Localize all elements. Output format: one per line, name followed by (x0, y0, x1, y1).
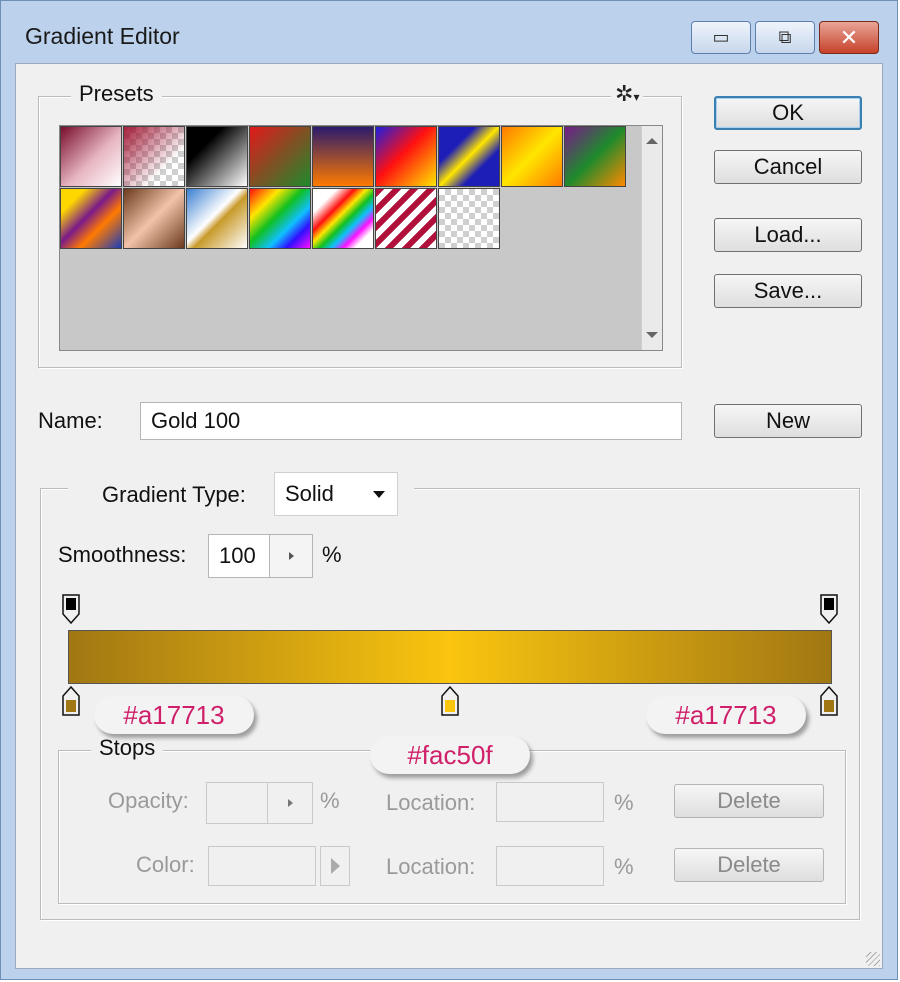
dropdown-arrow-icon: ▾ (633, 90, 640, 104)
color-stop-right[interactable] (820, 686, 838, 716)
color-location-unit: % (614, 854, 634, 879)
scroll-up-icon[interactable] (646, 138, 658, 144)
preset-swatch[interactable] (123, 188, 185, 249)
close-icon: ✕ (839, 24, 859, 50)
new-button[interactable]: New (714, 404, 862, 438)
preset-swatch[interactable] (564, 126, 626, 187)
color-location-label: Location: (386, 854, 476, 879)
save-button[interactable]: Save... (714, 274, 862, 308)
preset-swatch[interactable] (312, 188, 374, 249)
gradient-preview-bar[interactable] (68, 630, 832, 684)
restore-icon: ⧉ (778, 27, 792, 47)
window-title: Gradient Editor (25, 23, 180, 49)
preset-swatch[interactable] (249, 126, 311, 187)
restore-button[interactable]: ⧉ (755, 21, 815, 54)
smoothness-slider-button[interactable] (269, 534, 313, 578)
opacity-slider-button[interactable] (267, 782, 313, 824)
callout-right-color: #a17713 (646, 696, 806, 734)
minimize-button[interactable]: ▭ (691, 21, 751, 54)
preset-swatch[interactable] (501, 126, 563, 187)
chevron-right-icon (288, 552, 294, 560)
preset-swatch[interactable] (186, 188, 248, 249)
chevron-down-icon (373, 491, 385, 498)
opacity-stop-left[interactable] (62, 594, 80, 624)
gradient-type-select[interactable]: Solid (274, 472, 398, 516)
color-swatch-input[interactable] (208, 846, 316, 886)
color-stop-left[interactable] (62, 686, 80, 716)
preset-swatch[interactable] (375, 188, 437, 249)
color-location-input[interactable] (496, 846, 604, 886)
opacity-location-label: Location: (386, 790, 476, 815)
preset-swatch[interactable] (249, 188, 311, 249)
resize-grip-icon[interactable] (866, 952, 880, 966)
color-picker-button[interactable] (320, 846, 350, 886)
opacity-unit: % (320, 788, 340, 813)
preset-swatch[interactable] (186, 126, 248, 187)
smoothness-input[interactable]: 100 (208, 534, 270, 578)
delete-opacity-stop-button[interactable]: Delete (674, 784, 824, 818)
callout-left-color: #a17713 (94, 696, 254, 734)
presets-menu-button[interactable]: ✲▾ (611, 81, 644, 107)
callout-center-color: #fac50f (370, 736, 530, 774)
color-stop-center[interactable] (441, 686, 459, 716)
cancel-button[interactable]: Cancel (714, 150, 862, 184)
presets-label: Presets (71, 81, 162, 107)
load-button[interactable]: Load... (714, 218, 862, 252)
preset-swatch[interactable] (60, 188, 122, 249)
preset-swatch[interactable] (438, 126, 500, 187)
presets-swatch-grid (59, 125, 663, 351)
color-label: Color: (136, 852, 195, 877)
opacity-stop-right[interactable] (820, 594, 838, 624)
gradient-type-label: Gradient Type: (102, 482, 246, 507)
minimize-icon: ▭ (712, 27, 730, 47)
opacity-location-unit: % (614, 790, 634, 815)
stops-label: Stops (91, 735, 164, 761)
name-input[interactable]: Gold 100 (140, 402, 682, 440)
opacity-location-input[interactable] (496, 782, 604, 822)
smoothness-unit: % (322, 542, 342, 567)
triangle-right-icon (330, 858, 340, 874)
preset-swatch[interactable] (60, 126, 122, 187)
preset-swatch[interactable] (438, 188, 500, 249)
smoothness-label: Smoothness: (58, 542, 187, 567)
gradient-type-value: Solid (285, 481, 334, 506)
preset-swatch[interactable] (123, 126, 185, 187)
opacity-input[interactable] (206, 782, 268, 824)
preset-swatch[interactable] (312, 126, 374, 187)
ok-button[interactable]: OK (714, 96, 862, 130)
close-button[interactable]: ✕ (819, 21, 879, 54)
opacity-label: Opacity: (108, 788, 189, 813)
gear-icon: ✲ (615, 81, 634, 106)
gradient-editor-window: Gradient Editor ▭ ⧉ ✕ Presets ✲▾ OK Canc… (0, 0, 898, 980)
name-label: Name: (38, 408, 103, 433)
preset-swatch[interactable] (375, 126, 437, 187)
presets-group: Presets ✲▾ (38, 81, 682, 368)
scroll-down-icon[interactable] (646, 332, 658, 338)
delete-color-stop-button[interactable]: Delete (674, 848, 824, 882)
chevron-right-icon (287, 799, 293, 807)
presets-scrollbar[interactable] (641, 126, 662, 350)
dialog-body: Presets ✲▾ OK Cancel Load... Save... Nam… (15, 63, 883, 969)
